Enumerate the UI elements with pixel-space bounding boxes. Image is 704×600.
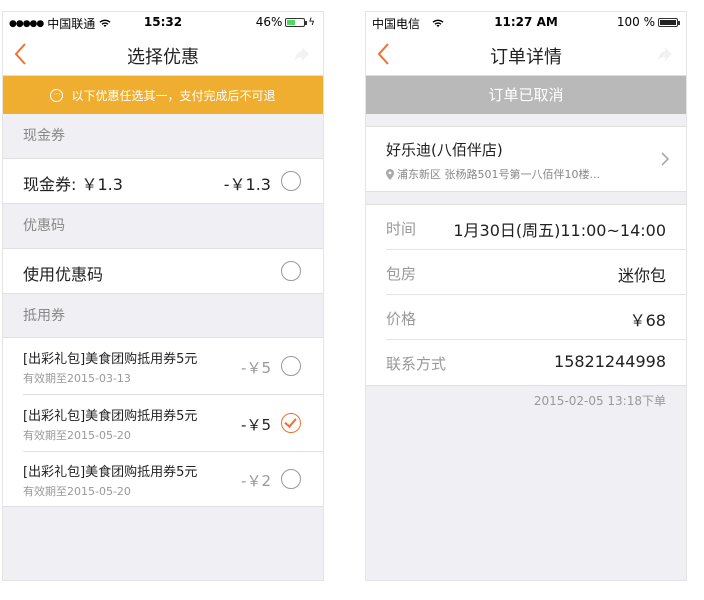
coupon-select-screen: ●●●●● 中国联通 15:32 46% ϟ 选择优惠 ··· 以下优惠任选其一…	[2, 11, 324, 581]
cash-coupon-radio[interactable]	[281, 171, 301, 191]
section-header-promo: 优惠码	[23, 218, 65, 234]
shop-address: 浦东新区 张杨路501号第一八佰伴10楼...	[397, 168, 600, 181]
detail-key: 包房	[386, 265, 417, 283]
shop-name: 好乐迪(八佰伴店)	[386, 141, 503, 159]
cash-coupon-row[interactable]: 现金券: ￥1.3 -￥1.3	[3, 158, 323, 204]
battery-percent: 100 %	[616, 15, 655, 29]
battery-percent: 46%	[255, 15, 283, 29]
order-detail-screen: 中国电信 11:27 AM 100 % 订单详情 订单已取消 好乐迪(八佰伴店)…	[365, 11, 687, 581]
status-bar: 中国电信 11:27 AM 100 %	[366, 12, 686, 32]
detail-row-contact: 联系方式 15821244998	[366, 340, 686, 385]
section-header-vouchers: 抵用券	[23, 308, 65, 324]
order-status-banner: 订单已取消	[366, 76, 686, 114]
promo-code-row[interactable]: 使用优惠码	[3, 248, 323, 294]
location-pin-icon	[386, 168, 394, 180]
voucher-expiry: 有效期至2015-05-20	[23, 429, 131, 442]
voucher-amount: -￥5	[241, 416, 271, 434]
detail-value: ￥68	[629, 311, 666, 330]
cash-coupon-amount: -￥1.3	[223, 175, 271, 194]
detail-value: 迷你包	[617, 266, 666, 285]
voucher-expiry: 有效期至2015-03-13	[23, 372, 131, 385]
detail-row-time: 时间 1月30日(周五)11:00~14:00	[366, 205, 686, 250]
voucher-title: [出彩礼包]美食团购抵用券5元	[23, 409, 198, 424]
voucher-title: [出彩礼包]美食团购抵用券5元	[23, 465, 198, 480]
info-icon: ···	[50, 88, 64, 102]
order-details: 时间 1月30日(周五)11:00~14:00 包房 迷你包 价格 ￥68 联系…	[366, 204, 686, 386]
promo-code-label: 使用优惠码	[23, 265, 104, 284]
voucher-item[interactable]: [出彩礼包]美食团购抵用券5元 有效期至2015-05-20 -￥2	[3, 451, 323, 507]
detail-key: 时间	[386, 220, 417, 238]
detail-value: 1月30日(周五)11:00~14:00	[453, 221, 666, 240]
voucher-item[interactable]: [出彩礼包]美食团购抵用券5元 有效期至2015-05-20 -￥5	[3, 395, 323, 451]
battery-icon	[285, 17, 308, 27]
order-created-time: 2015-02-05 13:18下单	[533, 394, 666, 408]
nav-bar: 选择优惠	[3, 32, 323, 76]
detail-value[interactable]: 15821244998	[554, 352, 666, 371]
voucher-radio[interactable]	[281, 356, 301, 376]
voucher-item[interactable]: [出彩礼包]美食团购抵用券5元 有效期至2015-03-13 -￥5	[3, 338, 323, 394]
voucher-title: [出彩礼包]美食团购抵用券5元	[23, 352, 198, 367]
charging-icon: ϟ	[308, 16, 315, 28]
page-title: 订单详情	[490, 47, 562, 68]
battery-icon	[658, 17, 680, 27]
status-bar: ●●●●● 中国联通 15:32 46% ϟ	[3, 12, 323, 32]
detail-row-room: 包房 迷你包	[366, 250, 686, 295]
voucher-expiry: 有效期至2015-05-20	[23, 485, 131, 498]
voucher-amount: -￥5	[241, 359, 271, 377]
cash-coupon-label: 现金券: ￥1.3	[23, 175, 123, 194]
page-title: 选择优惠	[127, 47, 199, 68]
share-icon[interactable]	[656, 45, 674, 63]
detail-key: 价格	[386, 310, 417, 328]
section-header-cash: 现金券	[23, 128, 65, 144]
detail-row-price: 价格 ￥68	[366, 295, 686, 340]
voucher-amount: -￥2	[241, 472, 271, 490]
shop-info-row[interactable]: 好乐迪(八佰伴店) 浦东新区 张杨路501号第一八佰伴10楼...	[366, 126, 686, 192]
notice-banner: ··· 以下优惠任选其一，支付完成后不可退	[3, 76, 323, 114]
chevron-right-icon	[661, 152, 670, 166]
nav-bar: 订单详情	[366, 32, 686, 76]
share-icon[interactable]	[293, 45, 311, 63]
detail-key: 联系方式	[386, 355, 447, 373]
voucher-list: [出彩礼包]美食团购抵用券5元 有效期至2015-03-13 -￥5 [出彩礼包…	[3, 337, 323, 507]
voucher-radio[interactable]	[281, 469, 301, 489]
promo-code-radio[interactable]	[281, 261, 301, 281]
voucher-radio-checked[interactable]	[281, 413, 301, 433]
notice-text: 以下优惠任选其一，支付完成后不可退	[71, 88, 276, 103]
